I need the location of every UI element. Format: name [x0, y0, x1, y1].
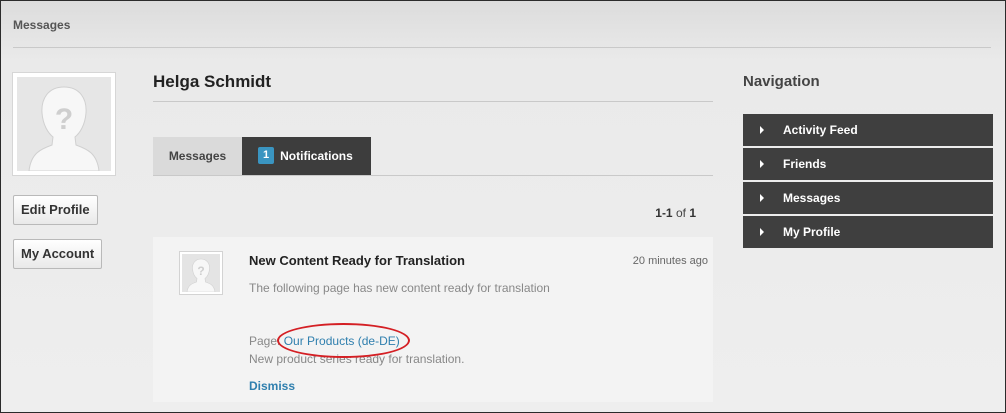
edit-profile-button[interactable]: Edit Profile [13, 195, 98, 225]
svg-text:?: ? [55, 103, 73, 136]
nav-item-label: Friends [783, 157, 827, 171]
pager: 1-1 of 1 [655, 206, 696, 220]
page-link[interactable]: Our Products (de-DE) [284, 334, 400, 348]
notification-title: New Content Ready for Translation [249, 253, 465, 268]
profile-name: Helga Schmidt [153, 72, 272, 91]
module-title: Messages [13, 18, 71, 32]
tab-messages[interactable]: Messages [153, 137, 242, 175]
nav-item-label: My Profile [783, 225, 841, 239]
navigation-menu: Activity Feed Friends Messages My Profil… [743, 114, 993, 250]
tab-notifications[interactable]: 1 Notifications [242, 137, 371, 175]
notification-page-line: Page: Our Products (de-DE) [249, 334, 400, 348]
my-account-button[interactable]: My Account [13, 239, 103, 269]
chevron-right-icon [760, 194, 764, 202]
messages-module: Messages ? Edit Profile My Account Helga… [0, 0, 1006, 413]
nav-item-messages[interactable]: Messages [743, 182, 993, 216]
divider [13, 47, 991, 48]
divider [153, 175, 713, 176]
nav-item-my-profile[interactable]: My Profile [743, 216, 993, 250]
notification-note: New product series ready for translation… [249, 352, 465, 366]
nav-item-friends[interactable]: Friends [743, 148, 993, 182]
notification-avatar: ? [179, 251, 223, 295]
notification-count-badge: 1 [258, 147, 275, 165]
navigation-title: Navigation [743, 73, 820, 90]
page-prefix: Page: [249, 334, 281, 348]
chevron-right-icon [760, 126, 764, 134]
notification-description: The following page has new content ready… [249, 281, 550, 295]
notification-timestamp: 20 minutes ago [632, 255, 708, 267]
pager-of: of [675, 206, 686, 220]
pager-total: 1 [689, 206, 696, 220]
notification-item: ? New Content Ready for Translation 20 m… [153, 237, 713, 402]
chevron-right-icon [760, 228, 764, 236]
tab-notifications-label: Notifications [280, 149, 353, 163]
dismiss-link[interactable]: Dismiss [249, 379, 295, 393]
nav-item-label: Activity Feed [783, 123, 858, 137]
default-user-icon: ? [17, 77, 111, 171]
divider [153, 101, 713, 102]
nav-item-label: Messages [783, 191, 841, 205]
pager-range: 1-1 [655, 206, 673, 220]
default-user-icon: ? [182, 254, 220, 292]
svg-text:?: ? [197, 264, 204, 278]
nav-item-activity-feed[interactable]: Activity Feed [743, 114, 993, 148]
avatar: ? [12, 72, 116, 176]
chevron-right-icon [760, 160, 764, 168]
